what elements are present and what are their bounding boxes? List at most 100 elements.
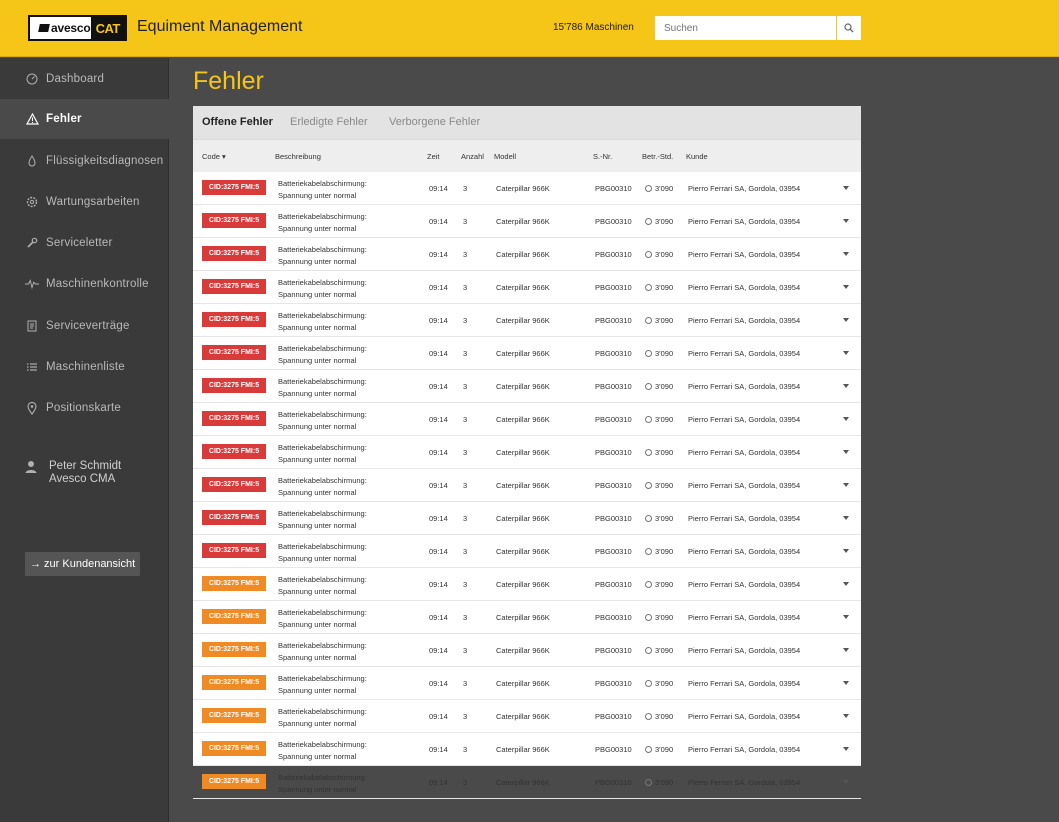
table-row[interactable]: CID:3275 FMI:5 Batteriekabelabschirmung: S… [193, 304, 861, 337]
warning-icon [25, 112, 39, 126]
error-count: 3 [463, 580, 468, 589]
sidebar-item-label: Wartungsarbeiten [46, 196, 140, 208]
serial-number: PBG00310 [595, 349, 632, 358]
expand-row-icon[interactable] [843, 384, 849, 388]
table-row[interactable]: CID:3275 FMI:5 Batteriekabelabschirmung: S… [193, 700, 861, 733]
sidebar-item-serviceletter[interactable]: Serviceletter [0, 223, 169, 263]
expand-row-icon[interactable] [843, 714, 849, 718]
customer-name: Pierro Ferrari SA, Gordola, 03954 [688, 349, 801, 358]
table-row[interactable]: CID:3275 FMI:5 Batteriekabelabschirmung: S… [193, 469, 861, 502]
column-count[interactable]: Anzahl [461, 152, 484, 161]
tab-open-errors[interactable]: Offene Fehler [202, 116, 273, 128]
customer-name: Pierro Ferrari SA, Gordola, 03954 [688, 547, 801, 556]
machine-model: Caterpillar 966K [496, 745, 550, 754]
column-customer[interactable]: Kunde [686, 152, 708, 161]
expand-row-icon[interactable] [843, 615, 849, 619]
customer-name: Pierro Ferrari SA, Gordola, 03954 [688, 415, 801, 424]
table-row[interactable]: CID:3275 FMI:5 Batteriekabelabschirmung: S… [193, 172, 861, 205]
error-time: 09:14 [429, 580, 448, 589]
clock-icon [645, 251, 652, 258]
column-time[interactable]: Zeit [427, 152, 440, 161]
error-code-badge: CID:3275 FMI:5 [202, 213, 266, 228]
expand-row-icon[interactable] [843, 483, 849, 487]
sidebar-item-flüssigkeitsdiagnosen[interactable]: Flüssigkeitsdiagnosen [0, 141, 169, 181]
sidebar-item-maschinenkontrolle[interactable]: Maschinenkontrolle [0, 264, 169, 304]
expand-row-icon[interactable] [843, 252, 849, 256]
error-code-badge: CID:3275 FMI:5 [202, 708, 266, 723]
error-count: 3 [463, 250, 468, 259]
expand-row-icon[interactable] [843, 219, 849, 223]
table-row[interactable]: CID:3275 FMI:5 Batteriekabelabschirmung: S… [193, 403, 861, 436]
expand-row-icon[interactable] [843, 318, 849, 322]
clock-icon [645, 548, 652, 555]
sidebar-item-wartungsarbeiten[interactable]: Wartungsarbeiten [0, 182, 169, 222]
serial-number: PBG00310 [595, 382, 632, 391]
operating-hours: 3'090 [645, 679, 673, 688]
machine-model: Caterpillar 966K [496, 349, 550, 358]
serial-number: PBG00310 [595, 316, 632, 325]
error-count: 3 [463, 316, 468, 325]
sidebar-item-fehler[interactable]: Fehler [0, 99, 169, 139]
expand-row-icon[interactable] [843, 351, 849, 355]
error-description: Batteriekabelabschirmung: Spannung unter … [278, 740, 367, 761]
table-row[interactable]: CID:3275 FMI:5 Batteriekabelabschirmung: S… [193, 733, 861, 766]
expand-row-icon[interactable] [843, 417, 849, 421]
machine-model: Caterpillar 966K [496, 679, 550, 688]
expand-row-icon[interactable] [843, 450, 849, 454]
table-row[interactable]: CID:3275 FMI:5 Batteriekabelabschirmung: S… [193, 634, 861, 667]
expand-row-icon[interactable] [843, 582, 849, 586]
error-description: Batteriekabelabschirmung: Spannung unter … [278, 608, 367, 629]
error-time: 09:14 [429, 745, 448, 754]
expand-row-icon[interactable] [843, 549, 849, 553]
error-count: 3 [463, 382, 468, 391]
error-description: Batteriekabelabschirmung: Spannung unter … [278, 245, 367, 266]
tab-hidden-errors[interactable]: Verborgene Fehler [389, 116, 480, 128]
column-hours[interactable]: Betr.-Std. [642, 152, 673, 161]
user-profile[interactable]: Peter Schmidt Avesco CMA [25, 460, 121, 486]
expand-row-icon[interactable] [843, 648, 849, 652]
sidebar-item-positionskarte[interactable]: Positionskarte [0, 388, 169, 428]
operating-hours: 3'090 [645, 514, 673, 523]
table-row[interactable]: CID:3275 FMI:5 Batteriekabelabschirmung: S… [193, 370, 861, 403]
error-time: 09:14 [429, 250, 448, 259]
logo-avesco-text: avesco [51, 21, 91, 35]
expand-row-icon[interactable] [843, 285, 849, 289]
serial-number: PBG00310 [595, 679, 632, 688]
column-code[interactable]: Code ▾ [202, 152, 226, 161]
table-row[interactable]: CID:3275 FMI:5 Batteriekabelabschirmung: S… [193, 502, 861, 535]
clock-icon [645, 482, 652, 489]
error-time: 09:14 [429, 481, 448, 490]
expand-row-icon[interactable] [843, 516, 849, 520]
user-icon [25, 460, 39, 486]
column-model[interactable]: Modell [494, 152, 516, 161]
expand-row-icon[interactable] [843, 681, 849, 685]
expand-row-icon[interactable] [843, 780, 849, 784]
column-description[interactable]: Beschreibung [275, 152, 321, 161]
sidebar-item-dashboard[interactable]: Dashboard [0, 59, 169, 99]
search-input[interactable] [655, 16, 836, 40]
sidebar-item-maschinenliste[interactable]: Maschinenliste [0, 347, 169, 387]
table-row[interactable]: CID:3275 FMI:5 Batteriekabelabschirmung: S… [193, 535, 861, 568]
drop-icon [25, 154, 39, 168]
expand-row-icon[interactable] [843, 186, 849, 190]
table-row[interactable]: CID:3275 FMI:5 Batteriekabelabschirmung: S… [193, 436, 861, 469]
search-button[interactable] [837, 16, 861, 40]
table-row[interactable]: CID:3275 FMI:5 Batteriekabelabschirmung: S… [193, 568, 861, 601]
table-row[interactable]: CID:3275 FMI:5 Batteriekabelabschirmung: S… [193, 766, 861, 799]
tab-resolved-errors[interactable]: Erledigte Fehler [290, 116, 368, 128]
table-row[interactable]: CID:3275 FMI:5 Batteriekabelabschirmung: S… [193, 601, 861, 634]
expand-row-icon[interactable] [843, 747, 849, 751]
table-row[interactable]: CID:3275 FMI:5 Batteriekabelabschirmung: S… [193, 205, 861, 238]
machine-model: Caterpillar 966K [496, 613, 550, 622]
avesco-cat-logo[interactable]: avesco CAT [28, 15, 127, 41]
customer-view-button[interactable]: → zur Kundenansicht [25, 552, 140, 576]
sidebar-item-serviceverträge[interactable]: Serviceverträge [0, 306, 169, 346]
table-row[interactable]: CID:3275 FMI:5 Batteriekabelabschirmung: S… [193, 337, 861, 370]
table-row[interactable]: CID:3275 FMI:5 Batteriekabelabschirmung: S… [193, 238, 861, 271]
column-serial[interactable]: S.-Nr. [593, 152, 612, 161]
table-row[interactable]: CID:3275 FMI:5 Batteriekabelabschirmung: S… [193, 667, 861, 700]
error-description: Batteriekabelabschirmung: Spannung unter … [278, 344, 367, 365]
table-row[interactable]: CID:3275 FMI:5 Batteriekabelabschirmung: S… [193, 271, 861, 304]
serial-number: PBG00310 [595, 778, 632, 787]
operating-hours: 3'090 [645, 316, 673, 325]
